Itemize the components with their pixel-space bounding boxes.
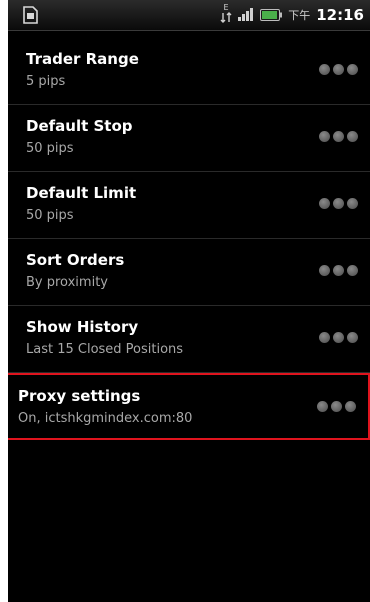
more-options-icon[interactable] <box>319 332 358 343</box>
setting-show-history[interactable]: Show History Last 15 Closed Positions <box>8 306 370 373</box>
more-options-icon[interactable] <box>319 64 358 75</box>
setting-title: Show History <box>26 318 139 336</box>
setting-trader-range[interactable]: Trader Range 5 pips <box>8 38 370 105</box>
setting-title: Default Limit <box>26 184 137 202</box>
setting-title: Sort Orders <box>26 251 125 269</box>
setting-summary: Last 15 Closed Positions <box>26 342 184 357</box>
phone-screen: E 下午 12:16 Trader Range 5 pips Default S… <box>8 0 370 602</box>
setting-default-stop[interactable]: Default Stop 50 pips <box>8 105 370 172</box>
setting-summary: By proximity <box>26 275 108 290</box>
sd-card-icon <box>20 5 40 25</box>
signal-icon <box>238 6 254 25</box>
setting-proxy-settings[interactable]: Proxy settings On, ictshkgmindex.com:80 <box>8 373 370 440</box>
setting-title: Proxy settings <box>18 387 141 405</box>
settings-list: Trader Range 5 pips Default Stop 50 pips… <box>8 38 370 440</box>
setting-default-limit[interactable]: Default Limit 50 pips <box>8 172 370 239</box>
status-time: 12:16 <box>316 6 364 24</box>
setting-summary: 50 pips <box>26 141 74 156</box>
more-options-icon[interactable] <box>319 131 358 142</box>
setting-sort-orders[interactable]: Sort Orders By proximity <box>8 239 370 306</box>
more-options-icon[interactable] <box>319 265 358 276</box>
setting-summary: 5 pips <box>26 74 66 89</box>
status-bar: E 下午 12:16 <box>8 0 370 31</box>
data-transfer-icon: E <box>220 2 232 28</box>
battery-icon <box>260 6 283 25</box>
more-options-icon[interactable] <box>317 401 356 412</box>
setting-title: Trader Range <box>26 50 139 68</box>
svg-text:E: E <box>224 3 229 12</box>
status-indicators: E 下午 12:16 <box>220 0 364 30</box>
setting-summary: On, ictshkgmindex.com:80 <box>18 411 193 426</box>
setting-summary: 50 pips <box>26 208 74 223</box>
setting-title: Default Stop <box>26 117 133 135</box>
more-options-icon[interactable] <box>319 198 358 209</box>
status-ampm: 下午 <box>288 9 311 22</box>
